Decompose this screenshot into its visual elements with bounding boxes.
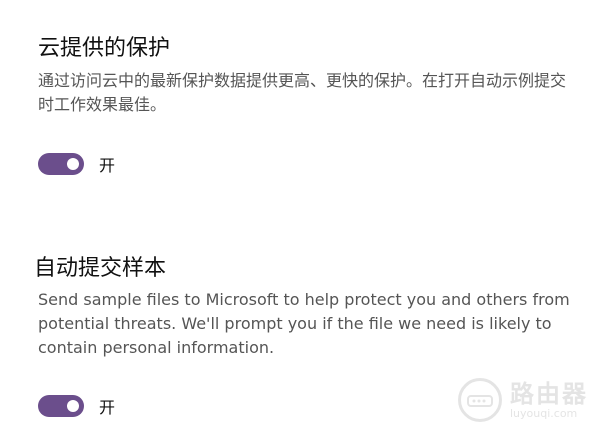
watermark-url: luyouqi.com: [510, 406, 578, 420]
sample-submission-title: 自动提交样本: [34, 256, 167, 281]
cloud-protection-toggle-label: 开: [99, 156, 116, 175]
router-icon: [458, 378, 502, 422]
cloud-protection-description: 通过访问云中的最新保护数据提供更高、更快的保护。在打开自动示例提交时工作效果最佳…: [38, 71, 567, 114]
cloud-protection-toggle-row: 开: [38, 152, 115, 176]
watermark-name: 路由器: [510, 379, 588, 408]
watermark-logo: 路由器 luyouqi.com: [458, 378, 588, 422]
sample-submission-toggle-label: 开: [99, 398, 116, 417]
cloud-protection-title: 云提供的保护: [38, 36, 171, 61]
sample-submission-toggle[interactable]: [38, 395, 84, 417]
toggle-knob: [67, 158, 79, 170]
cloud-protection-toggle[interactable]: [38, 153, 84, 175]
sample-submission-description: Send sample files to Microsoft to help p…: [38, 290, 570, 357]
toggle-knob: [67, 400, 79, 412]
sample-submission-toggle-row: 开: [38, 394, 115, 418]
